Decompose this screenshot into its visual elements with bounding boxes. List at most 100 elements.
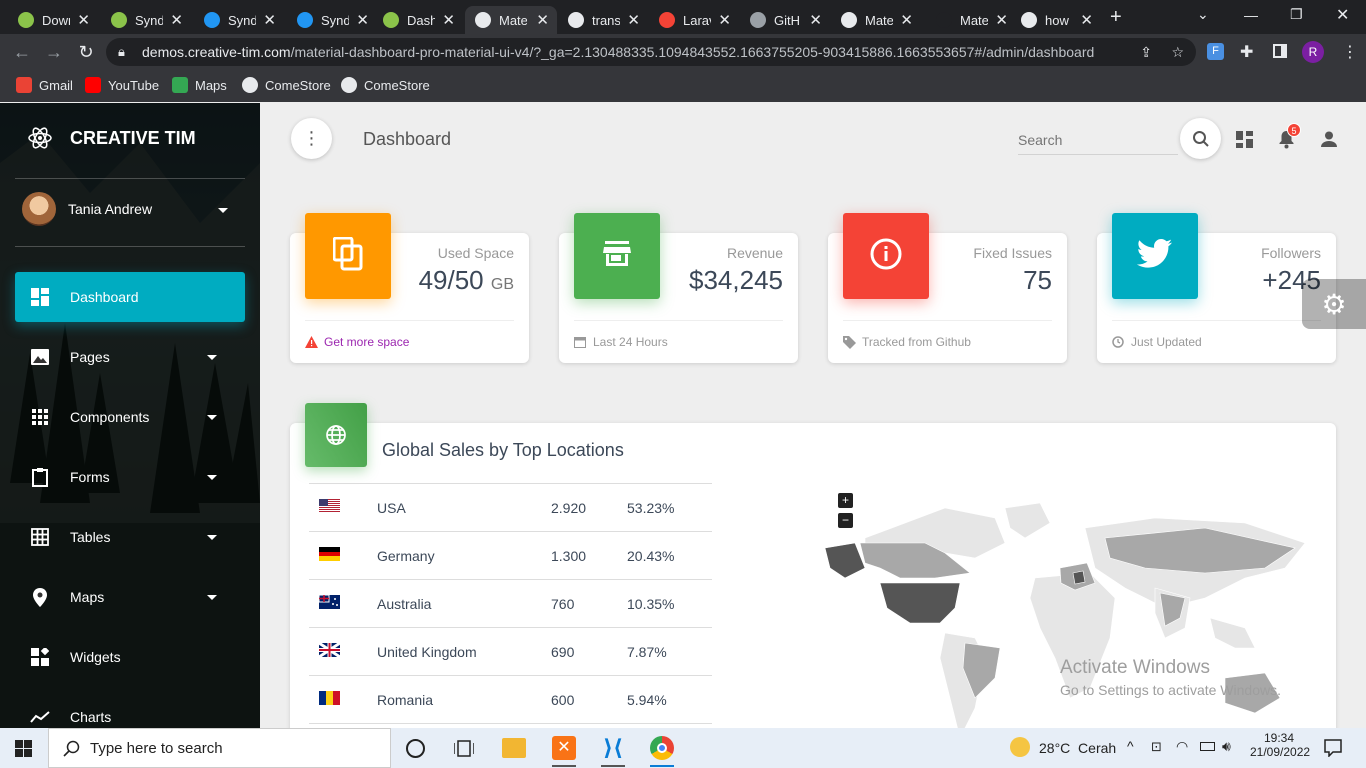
tab-close-icon[interactable]: ✕ [718, 11, 731, 29]
extension-icon[interactable]: F [1207, 43, 1224, 60]
page-title: Dashboard [363, 129, 452, 149]
bookmark-item[interactable]: Maps [172, 77, 227, 93]
dashboard-icon[interactable] [1236, 131, 1253, 148]
reload-button[interactable]: ↻ [76, 42, 96, 63]
country-cell: Germany [377, 531, 551, 580]
volume-icon[interactable]: 🔊︎ [1222, 738, 1231, 755]
sidebar-item-dashboard[interactable]: Dashboard [15, 272, 245, 322]
lock-icon[interactable]: 🔒︎ [118, 38, 125, 66]
tab-close-icon[interactable]: ✕ [442, 11, 455, 29]
tab-close-icon[interactable]: ✕ [77, 11, 90, 29]
tab-close-icon[interactable]: ✕ [900, 11, 913, 29]
browser-tab[interactable]: Mate ✕ [465, 6, 557, 34]
tab-close-icon[interactable]: ✕ [809, 11, 822, 29]
sales-card-title: Global Sales by Top Locations [382, 440, 624, 460]
brand-logo[interactable]: CREATIVE TIM [27, 125, 196, 151]
file-explorer-icon[interactable] [502, 738, 526, 758]
tab-close-icon[interactable]: ✕ [170, 11, 183, 29]
side-panel-icon[interactable] [1273, 44, 1287, 58]
restore-button[interactable]: ❐ [1290, 6, 1303, 23]
battery-icon[interactable] [1200, 742, 1215, 751]
bookmark-item[interactable]: ComeStore [341, 77, 430, 93]
share-icon[interactable]: ⇪ [1140, 38, 1152, 66]
browser-tab[interactable]: Dash ✕ [373, 6, 463, 34]
profile-avatar[interactable]: R [1302, 41, 1324, 63]
search-input[interactable] [1018, 125, 1178, 155]
user-menu[interactable]: Tania Andrew [22, 192, 228, 226]
back-button[interactable]: ← [12, 42, 32, 63]
sidebar-item-forms[interactable]: Forms [15, 452, 245, 502]
task-view-icon[interactable] [454, 740, 474, 757]
tab-search-icon[interactable]: ⌄ [1197, 6, 1209, 23]
notification-center-icon[interactable] [1324, 739, 1342, 757]
wifi-icon[interactable]: ◠ [1176, 738, 1188, 755]
browser-tab[interactable]: Down ✕ [8, 6, 98, 34]
tab-close-icon[interactable]: ✕ [995, 11, 1008, 29]
sales-cell: 760 [551, 579, 627, 628]
browser-tab[interactable]: how ✕ [1011, 6, 1101, 34]
bookmark-favicon-icon [341, 77, 357, 93]
browser-menu-icon[interactable]: ⋮ [1342, 42, 1358, 62]
person-icon[interactable] [1321, 131, 1337, 147]
world-map[interactable]: Activate Windows Go to Settings to activ… [825, 498, 1320, 728]
tab-close-icon[interactable]: ✕ [263, 11, 276, 29]
tab-close-icon[interactable]: ✕ [356, 11, 369, 29]
tab-title: Synd [228, 12, 256, 28]
bookmark-item[interactable]: YouTube [85, 77, 159, 93]
place-icon [30, 587, 50, 607]
vscode-icon[interactable]: ⟩⟨ [601, 736, 625, 760]
clock[interactable]: 19:34 21/09/2022 [1250, 731, 1310, 759]
browser-tab[interactable]: Mate ✕ [831, 6, 921, 34]
sidebar-item-tables[interactable]: Tables [15, 512, 245, 562]
xampp-icon[interactable]: ✕ [552, 736, 576, 760]
tray-chevron-up-icon[interactable]: ^ [1127, 738, 1134, 754]
store-icon [603, 240, 631, 272]
sidebar-minimize-button[interactable]: ⋮ [291, 118, 332, 159]
bookmark-star-icon[interactable]: ☆ [1171, 38, 1184, 66]
settings-gear-icon[interactable]: ⚙ [1302, 279, 1366, 329]
browser-tab[interactable]: Mate ✕ [926, 6, 1016, 34]
browser-tab[interactable]: Larav ✕ [649, 6, 739, 34]
minimize-button[interactable]: — [1244, 7, 1258, 23]
stat-category: Revenue [726, 245, 783, 261]
sales-cell: 690 [551, 627, 627, 676]
bookmark-item[interactable]: ComeStore [242, 77, 331, 93]
browser-tab[interactable]: Synd ✕ [287, 6, 377, 34]
sidebar-item-widgets[interactable]: Widgets [15, 632, 245, 682]
taskbar-search-box[interactable]: Type here to search [48, 728, 391, 768]
sidebar-item-charts[interactable]: Charts [15, 692, 245, 728]
bookmark-favicon-icon [172, 77, 188, 93]
windows-start-icon[interactable] [15, 740, 32, 757]
cortana-icon[interactable] [406, 739, 425, 758]
network-status-icon[interactable]: ⊡ [1151, 739, 1162, 755]
sidebar-item-pages[interactable]: Pages [15, 332, 245, 382]
tab-close-icon[interactable]: ✕ [536, 11, 549, 29]
sidebar-item-components[interactable]: Components [15, 392, 245, 442]
browser-tab[interactable]: Synd ✕ [101, 6, 191, 34]
bookmark-item[interactable]: Gmail [16, 77, 73, 93]
table-row: Romania 600 5.94% [309, 675, 712, 724]
stat-card: Revenue $34,245 Last 24 Hours [559, 213, 798, 363]
weather-icon[interactable] [1010, 737, 1030, 757]
stat-card: Followers +245 Just Updated [1097, 213, 1336, 363]
browser-tab[interactable]: Synd ✕ [194, 6, 284, 34]
stat-value-wrap: $34,245 [689, 265, 783, 296]
sales-cell: 600 [551, 675, 627, 724]
notifications-button[interactable]: 5 [1278, 123, 1301, 154]
weather-text[interactable]: 28°C Cerah [1039, 740, 1116, 756]
sidebar-item-maps[interactable]: Maps [15, 572, 245, 622]
stat-footer-text[interactable]: Get more space [324, 335, 409, 349]
search-button[interactable] [1180, 118, 1221, 159]
close-window-button[interactable]: ✕ [1336, 5, 1349, 25]
url-field[interactable]: 🔒︎ demos.creative-tim.com/material-dashb… [106, 38, 1196, 66]
extensions-puzzle-icon[interactable]: ✚ [1240, 42, 1253, 62]
forward-button[interactable]: → [44, 42, 64, 63]
tab-close-icon[interactable]: ✕ [1080, 11, 1093, 29]
chrome-icon[interactable] [650, 736, 674, 760]
browser-tab[interactable]: GitH ✕ [740, 6, 830, 34]
new-tab-button[interactable]: + [1110, 6, 1122, 29]
browser-tab[interactable]: trans ✕ [558, 6, 648, 34]
tab-close-icon[interactable]: ✕ [627, 11, 640, 29]
bookmark-label: ComeStore [265, 77, 331, 93]
percent-cell: 10.35% [627, 579, 712, 628]
